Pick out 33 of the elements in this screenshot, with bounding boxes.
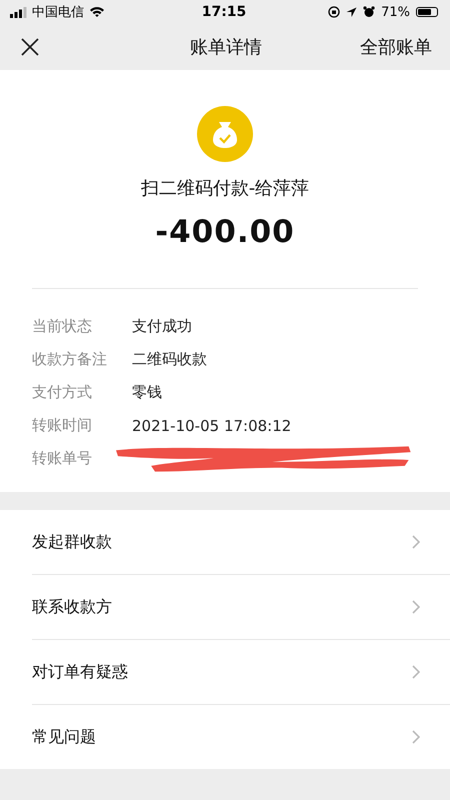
action-item[interactable]: 发起群收款 [32, 532, 112, 552]
alarm-icon [363, 6, 376, 18]
chevron-right-icon [412, 665, 420, 679]
battery-percent: 71% [381, 4, 410, 20]
money-bag-icon [197, 106, 253, 162]
detail-value: 支付成功 [132, 317, 192, 336]
bill-amount: -400.00 [155, 214, 295, 250]
all-bills-link[interactable]: 全部账单 [360, 35, 432, 59]
chevron-right-icon [412, 730, 420, 744]
wifi-icon [89, 6, 105, 18]
orientation-lock-icon [328, 6, 340, 18]
close-button[interactable] [20, 37, 40, 57]
detail-label: 转账时间 [32, 416, 93, 435]
battery-icon [416, 7, 438, 17]
detail-label: 收款方备注 [32, 350, 108, 369]
chevron-right-icon [412, 600, 420, 614]
detail-value: 2021-10-05 17:08:12 [132, 416, 292, 434]
page-title: 账单详情 [190, 36, 262, 59]
detail-label: 当前状态 [32, 317, 93, 336]
detail-value: 零钱 [132, 383, 162, 402]
action-item[interactable]: 对订单有疑惑 [32, 662, 128, 682]
detail-value: 二维码收款 [132, 350, 207, 369]
bill-title: 扫二维码付款-给萍萍 [140, 177, 310, 200]
chevron-right-icon [412, 535, 420, 549]
action-item[interactable]: 常见问题 [32, 726, 96, 748]
signal-icon [10, 6, 27, 18]
carrier-name: 中国电信 [32, 4, 84, 21]
clock-time: 17:15 [202, 4, 246, 20]
close-icon [20, 37, 40, 57]
location-icon [346, 6, 358, 18]
action-item[interactable]: 联系收款方 [32, 596, 112, 618]
detail-label: 转账单号 [32, 449, 93, 468]
detail-label: 支付方式 [32, 383, 93, 402]
